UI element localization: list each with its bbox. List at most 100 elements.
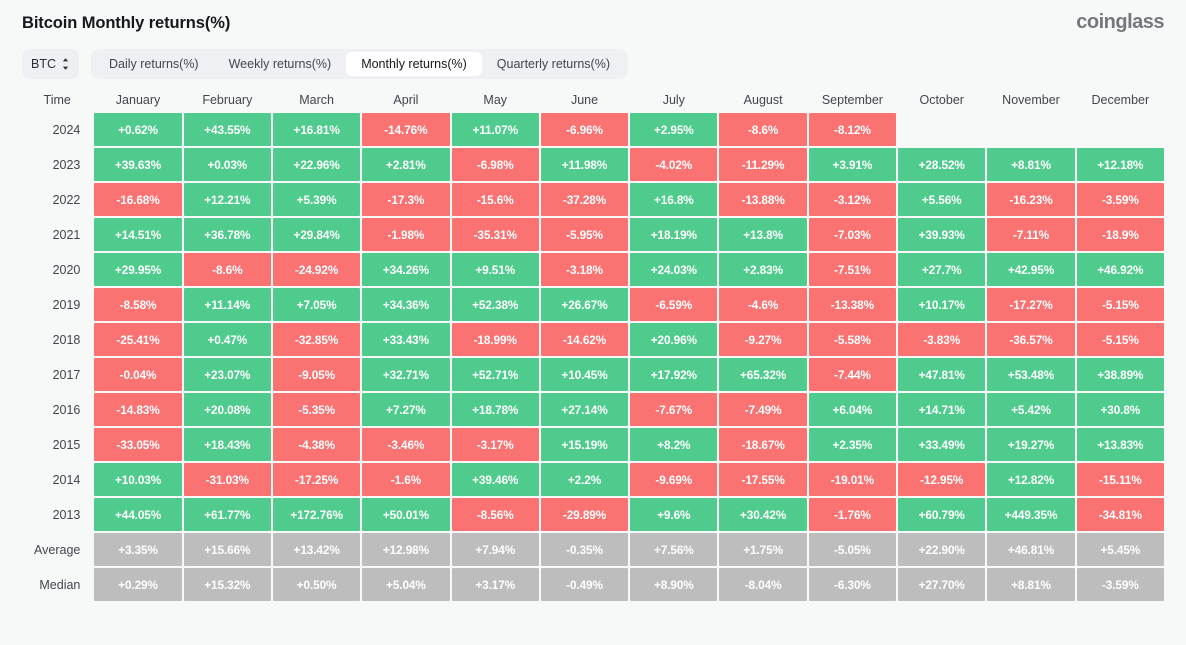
cell-return[interactable]: -8.6% [184, 253, 271, 286]
cell-return[interactable]: +12.82% [987, 463, 1074, 496]
cell-return[interactable]: +39.46% [452, 463, 539, 496]
cell-return[interactable]: +16.81% [273, 113, 360, 146]
cell-return[interactable]: +20.96% [630, 323, 717, 356]
cell-return[interactable]: +33.43% [362, 323, 449, 356]
symbol-select[interactable]: BTC [22, 49, 79, 79]
cell-return[interactable]: +32.71% [362, 358, 449, 391]
cell-return[interactable]: -12.95% [898, 463, 985, 496]
cell-return[interactable]: -31.03% [184, 463, 271, 496]
cell-return[interactable]: -16.68% [94, 183, 181, 216]
cell-return[interactable]: +24.03% [630, 253, 717, 286]
cell-return[interactable]: +27.70% [898, 568, 985, 601]
cell-return[interactable]: -5.15% [1077, 323, 1164, 356]
cell-return[interactable]: -17.55% [719, 463, 806, 496]
cell-return[interactable]: +39.93% [898, 218, 985, 251]
cell-return[interactable]: -6.30% [809, 568, 896, 601]
cell-return[interactable]: +5.04% [362, 568, 449, 601]
cell-return[interactable]: -18.67% [719, 428, 806, 461]
cell-return[interactable]: +9.51% [452, 253, 539, 286]
cell-return[interactable]: -19.01% [809, 463, 896, 496]
cell-return[interactable]: +449.35% [987, 498, 1074, 531]
cell-return[interactable]: +46.92% [1077, 253, 1164, 286]
cell-return[interactable]: -3.17% [452, 428, 539, 461]
cell-return[interactable]: -17.3% [362, 183, 449, 216]
cell-return[interactable]: -3.59% [1077, 183, 1164, 216]
cell-return[interactable]: -1.98% [362, 218, 449, 251]
cell-return[interactable]: +2.83% [719, 253, 806, 286]
cell-return[interactable]: +50.01% [362, 498, 449, 531]
cell-return[interactable]: -8.58% [94, 288, 181, 321]
cell-return[interactable]: +5.45% [1077, 533, 1164, 566]
cell-return[interactable]: -9.05% [273, 358, 360, 391]
cell-return[interactable]: +18.43% [184, 428, 271, 461]
cell-return[interactable]: -3.18% [541, 253, 628, 286]
cell-return[interactable]: -5.05% [809, 533, 896, 566]
cell-return[interactable]: -15.6% [452, 183, 539, 216]
cell-return[interactable]: -14.83% [94, 393, 181, 426]
cell-return[interactable]: +9.6% [630, 498, 717, 531]
cell-return[interactable]: +2.35% [809, 428, 896, 461]
cell-return[interactable]: -6.98% [452, 148, 539, 181]
cell-return[interactable]: +34.26% [362, 253, 449, 286]
cell-return[interactable]: -15.11% [1077, 463, 1164, 496]
cell-return[interactable]: +13.42% [273, 533, 360, 566]
cell-return[interactable]: +5.56% [898, 183, 985, 216]
cell-return[interactable]: +7.94% [452, 533, 539, 566]
cell-return[interactable]: +7.05% [273, 288, 360, 321]
cell-return[interactable]: +0.50% [273, 568, 360, 601]
cell-return[interactable]: -6.59% [630, 288, 717, 321]
cell-return[interactable]: -0.49% [541, 568, 628, 601]
cell-return[interactable]: +8.90% [630, 568, 717, 601]
cell-return[interactable]: +29.95% [94, 253, 181, 286]
cell-return[interactable]: -1.6% [362, 463, 449, 496]
tab-daily-returns[interactable]: Daily returns(%) [94, 52, 214, 76]
cell-return[interactable]: +15.66% [184, 533, 271, 566]
cell-return[interactable]: -7.51% [809, 253, 896, 286]
cell-return[interactable]: -3.12% [809, 183, 896, 216]
cell-return[interactable]: +19.27% [987, 428, 1074, 461]
cell-return[interactable]: -34.81% [1077, 498, 1164, 531]
cell-return[interactable]: -3.46% [362, 428, 449, 461]
cell-return[interactable]: -37.28% [541, 183, 628, 216]
cell-return[interactable]: +20.08% [184, 393, 271, 426]
cell-return[interactable]: -7.67% [630, 393, 717, 426]
cell-return[interactable]: +11.98% [541, 148, 628, 181]
cell-return[interactable]: -3.83% [898, 323, 985, 356]
cell-return[interactable]: +0.62% [94, 113, 181, 146]
cell-return[interactable]: +28.52% [898, 148, 985, 181]
cell-return[interactable]: -35.31% [452, 218, 539, 251]
cell-return[interactable]: -8.56% [452, 498, 539, 531]
cell-return[interactable]: -9.27% [719, 323, 806, 356]
cell-return[interactable]: +2.81% [362, 148, 449, 181]
cell-return[interactable]: +0.03% [184, 148, 271, 181]
cell-return[interactable]: -13.38% [809, 288, 896, 321]
cell-return[interactable]: +29.84% [273, 218, 360, 251]
cell-return[interactable]: +44.05% [94, 498, 181, 531]
cell-return[interactable]: +2.95% [630, 113, 717, 146]
cell-return[interactable]: +8.2% [630, 428, 717, 461]
cell-return[interactable]: -13.88% [719, 183, 806, 216]
cell-return[interactable]: +30.42% [719, 498, 806, 531]
cell-return[interactable]: +34.36% [362, 288, 449, 321]
cell-return[interactable]: +39.63% [94, 148, 181, 181]
tab-monthly-returns[interactable]: Monthly returns(%) [346, 52, 482, 76]
cell-return[interactable]: -5.15% [1077, 288, 1164, 321]
cell-return[interactable]: -5.58% [809, 323, 896, 356]
cell-return[interactable]: -4.38% [273, 428, 360, 461]
cell-return[interactable]: -25.41% [94, 323, 181, 356]
cell-return[interactable]: +0.29% [94, 568, 181, 601]
cell-return[interactable]: +27.7% [898, 253, 985, 286]
cell-return[interactable]: +61.77% [184, 498, 271, 531]
cell-return[interactable]: +5.39% [273, 183, 360, 216]
cell-return[interactable]: +15.19% [541, 428, 628, 461]
cell-return[interactable]: +60.79% [898, 498, 985, 531]
cell-return[interactable]: -14.62% [541, 323, 628, 356]
cell-return[interactable]: +12.98% [362, 533, 449, 566]
cell-return[interactable]: +15.32% [184, 568, 271, 601]
cell-return[interactable]: -14.76% [362, 113, 449, 146]
cell-return[interactable]: -6.96% [541, 113, 628, 146]
cell-return[interactable]: +26.67% [541, 288, 628, 321]
cell-return[interactable]: +10.17% [898, 288, 985, 321]
cell-return[interactable]: -0.04% [94, 358, 181, 391]
cell-return[interactable]: +3.35% [94, 533, 181, 566]
